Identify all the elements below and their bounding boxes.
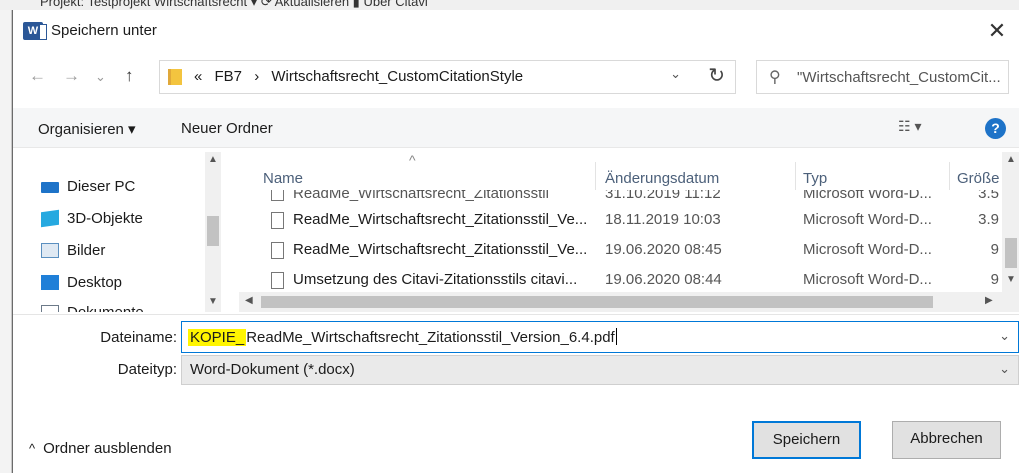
word-document-icon	[271, 212, 284, 229]
desktop-icon	[41, 275, 59, 290]
filename-highlight: KOPIE_	[188, 329, 247, 346]
file-size: 3.9	[978, 211, 999, 228]
breadcrumb-overflow[interactable]: «	[194, 68, 202, 85]
chevron-down-icon[interactable]: ⌄	[999, 361, 1010, 377]
scrollbar-thumb[interactable]	[261, 296, 933, 308]
filetype-value: Word-Dokument (*.docx)	[190, 361, 355, 378]
file-type: Microsoft Word-D...	[803, 271, 932, 288]
folder-icon	[168, 69, 182, 85]
save-as-dialog: W Speichern unter ✕ ← → ⌄ ↑ « FB7 › Wirt…	[12, 10, 1019, 473]
recent-locations-chevron-icon[interactable]: ⌄	[95, 69, 106, 85]
scrollbar-thumb[interactable]	[1005, 238, 1017, 268]
close-icon[interactable]: ✕	[984, 18, 1010, 44]
sidebar-item-label: Bilder	[67, 242, 106, 259]
sidebar-item-label: 3D-Objekte	[67, 210, 143, 227]
filename-input[interactable]: KOPIE_ ReadMe_Wirtschaftsrecht_Zitationss…	[181, 321, 1019, 353]
documents-icon	[41, 305, 59, 312]
file-type: Microsoft Word-D...	[803, 190, 932, 202]
background-app-text: Projekt: Testprojekt Wirtschaftsrecht ▾ …	[40, 0, 428, 9]
breadcrumb: « FB7 › Wirtschaftsrecht_CustomCitationS…	[194, 68, 531, 85]
column-divider[interactable]	[949, 162, 950, 190]
hide-folders-button[interactable]: ^ Ordner ausblenden	[29, 440, 172, 457]
file-row[interactable]: Umsetzung des Citavi-Zitationsstils cita…	[239, 265, 1009, 295]
background-app-toolbar: Projekt: Testprojekt Wirtschaftsrecht ▾ …	[0, 0, 1019, 10]
scroll-left-icon[interactable]: ◀	[245, 295, 253, 306]
breadcrumb-separator[interactable]: ›	[254, 68, 259, 85]
column-divider[interactable]	[795, 162, 796, 190]
file-list: ^ Name Änderungsdatum Typ Größe ReadMe_W…	[239, 152, 1019, 312]
file-size: 9	[990, 241, 999, 258]
word-app-icon: W	[23, 22, 47, 40]
file-list-vertical-scrollbar[interactable]: ▲ ▼	[1002, 152, 1019, 312]
refresh-icon[interactable]: ↻	[708, 63, 725, 88]
chevron-down-icon[interactable]: ⌄	[999, 328, 1010, 344]
file-type: Microsoft Word-D...	[803, 211, 932, 228]
filename-label: Dateiname:	[100, 329, 177, 346]
filename-value[interactable]: KOPIE_ ReadMe_Wirtschaftsrecht_Zitationss…	[188, 328, 617, 346]
file-size: 3.5	[978, 190, 999, 202]
save-button[interactable]: Speichern	[752, 421, 861, 459]
hide-folders-label: Ordner ausblenden	[43, 440, 172, 457]
navigation-bar: ← → ⌄ ↑ « FB7 › Wirtschaftsrecht_CustomC…	[13, 52, 1019, 104]
word-document-icon	[271, 242, 284, 259]
scroll-down-icon[interactable]: ▼	[1006, 274, 1016, 285]
word-document-icon	[271, 272, 284, 289]
sidebar-item-label: Dieser PC	[67, 178, 136, 195]
text-cursor	[615, 328, 617, 345]
breadcrumb-item-current[interactable]: Wirtschaftsrecht_CustomCitationStyle	[271, 68, 523, 85]
pictures-icon	[41, 243, 59, 258]
file-type: Microsoft Word-D...	[803, 241, 932, 258]
scroll-down-icon[interactable]: ▼	[208, 296, 218, 307]
scroll-up-icon[interactable]: ▲	[1006, 154, 1016, 165]
file-name: ReadMe_Wirtschaftsrecht_Zitationsstil_Ve…	[293, 241, 588, 258]
search-icon: ⚲	[769, 69, 781, 86]
navigation-pane: Dieser PC 3D-Objekte Bilder Desktop Doku…	[13, 152, 239, 312]
back-arrow-icon[interactable]: ←	[29, 66, 46, 86]
organize-button[interactable]: Organisieren ▾	[38, 120, 136, 138]
breadcrumb-item-fb7[interactable]: FB7	[215, 68, 243, 85]
chevron-up-icon: ^	[29, 441, 36, 456]
title-bar: W Speichern unter ✕	[13, 10, 1019, 52]
forward-arrow-icon[interactable]: →	[63, 66, 80, 86]
file-date: 31.10.2019 11:12	[605, 190, 721, 202]
search-box[interactable]: ⚲ "Wirtschaftsrecht_CustomCit...	[756, 60, 1009, 94]
navigation-pane-scrollbar[interactable]: ▲ ▼	[205, 152, 221, 312]
file-name: ReadMe_Wirtschaftsrecht_Zitationsstil	[293, 190, 549, 202]
cube-icon	[41, 209, 59, 228]
file-name: Umsetzung des Citavi-Zitationsstils cita…	[293, 271, 578, 288]
command-bar: Organisieren ▾ Neuer Ordner ☷ ▾ ?	[13, 108, 1019, 148]
up-arrow-icon[interactable]: ↑	[125, 66, 134, 86]
sort-ascending-icon: ^	[409, 152, 416, 168]
cancel-button[interactable]: Abbrechen	[892, 421, 1001, 459]
help-icon[interactable]: ?	[985, 118, 1006, 139]
file-row[interactable]: ReadMe_Wirtschaftsrecht_Zitationsstil_Ve…	[239, 205, 1009, 235]
sidebar-item-label: Desktop	[67, 274, 123, 291]
filetype-label: Dateityp:	[117, 361, 177, 378]
word-document-icon	[271, 190, 284, 201]
background-app-edge	[0, 10, 12, 473]
search-input[interactable]: "Wirtschaftsrecht_CustomCit...	[797, 69, 1005, 86]
file-date: 19.06.2020 08:44	[605, 271, 722, 288]
file-date: 18.11.2019 10:03	[605, 211, 721, 228]
sidebar-item-label: Dokumente	[67, 304, 144, 312]
file-row[interactable]: ReadMe_Wirtschaftsrecht_Zitationsstil_Ve…	[239, 235, 1009, 265]
filetype-select[interactable]: Word-Dokument (*.docx) ⌄	[181, 355, 1019, 385]
computer-icon	[41, 182, 59, 193]
file-size: 9	[990, 271, 999, 288]
file-date: 19.06.2020 08:45	[605, 241, 722, 258]
address-bar[interactable]: « FB7 › Wirtschaftsrecht_CustomCitationS…	[159, 60, 736, 94]
view-options-icon[interactable]: ☷ ▾	[898, 118, 921, 135]
scroll-right-icon[interactable]: ▶	[985, 295, 993, 306]
scroll-up-icon[interactable]: ▲	[208, 154, 218, 165]
new-folder-button[interactable]: Neuer Ordner	[181, 120, 273, 137]
divider	[13, 314, 1019, 315]
filename-text: ReadMe_Wirtschaftsrecht_Zitationsstil_Ve…	[246, 329, 615, 346]
dialog-title: Speichern unter	[51, 22, 157, 39]
file-list-horizontal-scrollbar[interactable]: ◀ ▶	[239, 292, 1002, 312]
address-dropdown-icon[interactable]: ⌄	[670, 66, 681, 82]
file-name: ReadMe_Wirtschaftsrecht_Zitationsstil_Ve…	[293, 211, 588, 228]
scrollbar-thumb[interactable]	[207, 216, 219, 246]
file-row[interactable]: ReadMe_Wirtschaftsrecht_Zitationsstil 31…	[239, 190, 1009, 204]
column-divider[interactable]	[595, 162, 596, 190]
